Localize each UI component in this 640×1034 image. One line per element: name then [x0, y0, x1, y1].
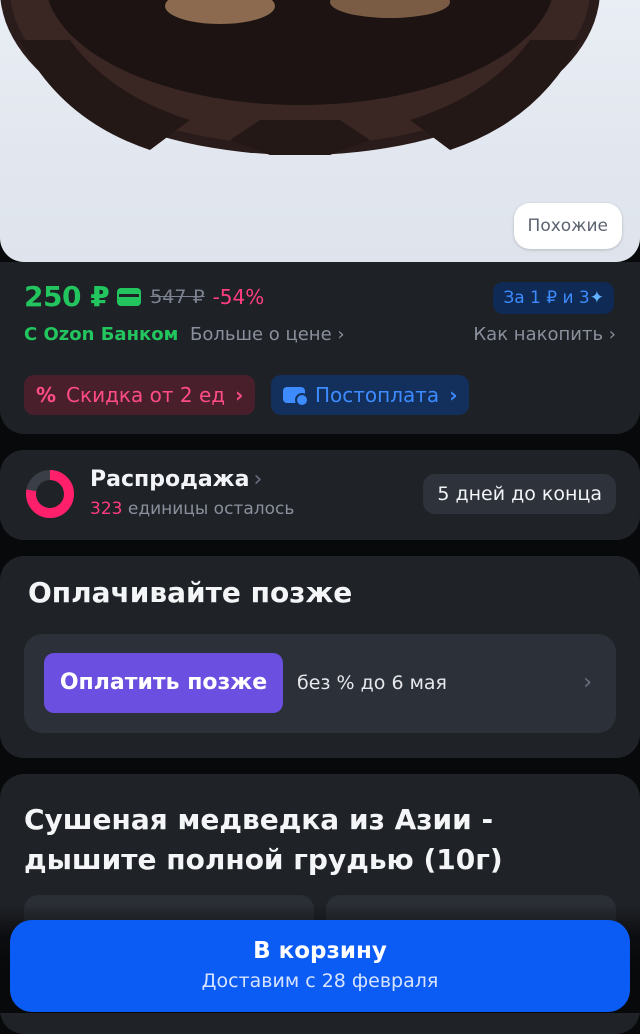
chevron-right-icon: ›	[235, 383, 244, 407]
quantity-discount-chip[interactable]: % Скидка от 2 ед ›	[24, 375, 256, 415]
remaining-units: 323 единицы осталось	[90, 499, 294, 519]
postpay-chip[interactable]: Постоплата ›	[271, 375, 470, 415]
delivery-date: Доставим с 28 февраля	[201, 970, 439, 992]
postpay-label: Постоплата	[315, 383, 440, 407]
quantity-discount-label: Скидка от 2 ед	[66, 383, 226, 407]
ozon-bank-label[interactable]: С Ozon Банком	[24, 324, 178, 345]
remaining-label: единицы осталось	[127, 499, 295, 519]
add-to-cart-button[interactable]: В корзину Доставим с 28 февраля	[10, 920, 630, 1012]
chevron-right-icon: ›	[337, 324, 345, 345]
discount-percent: -54%	[212, 284, 265, 309]
progress-ring-icon	[26, 470, 74, 518]
sale-title[interactable]: Распродажа ›	[90, 467, 262, 492]
similar-button[interactable]: Похожие	[513, 203, 622, 249]
percent-icon: %	[36, 383, 57, 407]
how-to-save-link[interactable]: Как накопить ›	[473, 324, 616, 345]
product-title-line-2: дышите полной грудью (10г)	[24, 843, 503, 876]
more-about-price-link[interactable]: Больше о цене ›	[190, 324, 345, 345]
chevron-right-icon: ›	[253, 467, 263, 492]
chevron-right-icon[interactable]: ›	[583, 670, 592, 695]
more-about-price-label: Больше о цене	[190, 324, 332, 345]
bonus-badge[interactable]: За 1 ₽ и 3✦	[493, 282, 614, 314]
current-price: 250 ₽	[24, 280, 110, 313]
sale-title-label: Распродажа	[90, 467, 250, 492]
price-row: 250 ₽ 547 ₽ -54%	[24, 280, 264, 313]
pay-later-title: Оплачивайте позже	[28, 576, 353, 609]
bonus-text: За 1 ₽ и 3	[503, 288, 590, 308]
chevron-right-icon: ›	[449, 383, 458, 407]
pay-later-button[interactable]: Оплатить позже	[44, 653, 283, 713]
product-image[interactable]: Похожие	[0, 0, 640, 262]
card-icon	[117, 287, 142, 306]
product-title-line-1: Сушеная медведка из Азии -	[24, 803, 494, 836]
old-price: 547 ₽	[150, 285, 205, 308]
wallet-icon	[283, 387, 309, 407]
chevron-right-icon: ›	[608, 324, 616, 345]
remaining-count: 323	[90, 499, 123, 519]
sparkle-icon: ✦	[589, 288, 604, 308]
how-to-save-label: Как накопить	[473, 324, 604, 345]
product-title: Сушеная медведка из Азии - дышите полной…	[24, 800, 614, 880]
pay-later-terms: без % до 6 мая	[297, 672, 447, 694]
days-left-badge: 5 дней до конца	[423, 474, 616, 514]
add-to-cart-label: В корзину	[253, 938, 387, 964]
